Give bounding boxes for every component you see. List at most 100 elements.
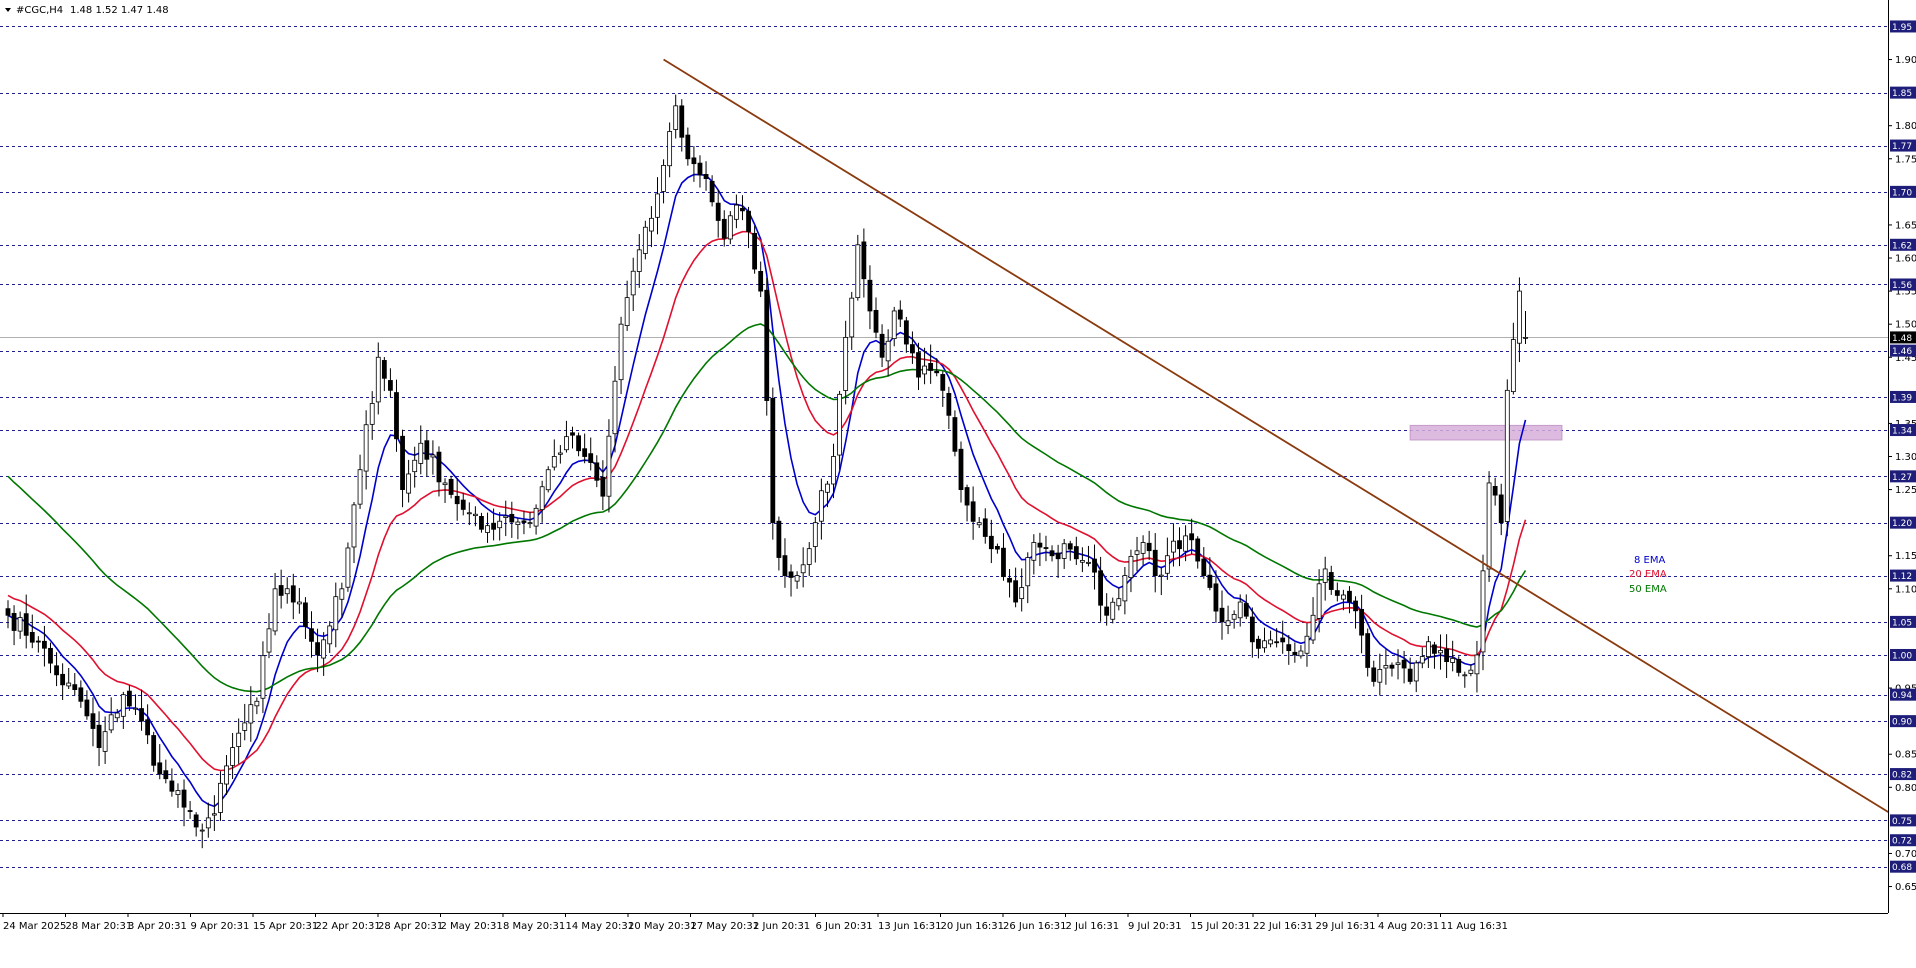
candle-body <box>157 762 163 775</box>
time-tick-label: 3 Apr 20:31 <box>128 921 187 932</box>
time-tick-label: 28 Mar 20:31 <box>66 921 133 932</box>
candle-body <box>327 625 333 645</box>
candle-body <box>388 380 393 391</box>
candle-body <box>740 207 745 212</box>
candle-body <box>903 320 909 345</box>
candle-body <box>752 232 758 270</box>
candle-body <box>66 682 72 687</box>
candle-body <box>1055 552 1061 560</box>
time-tick-label: 9 Jul 20:31 <box>1128 921 1182 932</box>
candle-body <box>23 613 29 636</box>
chart-window: 1.901.801.751.651.601.551.501.451.351.30… <box>0 0 1916 963</box>
candle-body <box>224 765 229 785</box>
candle-body <box>1171 540 1176 553</box>
candle-body <box>685 134 691 160</box>
level-tag-label: 1.12 <box>1892 572 1912 582</box>
time-tick-label: 15 Jul 20:31 <box>1191 921 1251 932</box>
candle-body <box>236 732 242 747</box>
candle-body <box>770 397 776 524</box>
candle-body <box>818 490 824 522</box>
candle-body <box>1031 542 1037 561</box>
candle-body <box>272 588 278 632</box>
candle-body <box>139 708 144 722</box>
candle-body <box>1128 555 1134 579</box>
candle-body <box>764 289 770 401</box>
candle-body <box>1219 607 1225 623</box>
candle-body <box>982 518 988 537</box>
candle-body <box>661 164 666 192</box>
candle <box>952 410 958 457</box>
level-tag-label: 1.39 <box>1892 393 1912 403</box>
candle-body <box>545 469 551 491</box>
candle-body <box>472 513 478 517</box>
candle-body <box>1256 638 1261 649</box>
candle-body <box>837 393 842 456</box>
candle-body <box>60 673 66 686</box>
candle-body <box>673 105 679 130</box>
candle-body <box>734 204 739 220</box>
candle-body <box>127 690 132 707</box>
candle-body <box>897 309 903 320</box>
candle-body <box>406 473 412 494</box>
time-tick-label: 22 Jul 16:31 <box>1253 921 1313 932</box>
candle-body <box>1268 639 1273 645</box>
candle-body <box>466 512 472 515</box>
candle-body <box>102 731 108 752</box>
candle-body <box>612 380 618 435</box>
candle-body <box>934 370 940 374</box>
price-tick-label: 1.60 <box>1895 254 1916 265</box>
candle-body <box>442 482 448 486</box>
candle <box>727 211 733 245</box>
candle-body <box>1092 558 1097 573</box>
candle-body <box>1177 540 1182 550</box>
candle-body <box>1110 601 1116 620</box>
candle-body <box>849 297 855 338</box>
candle-body <box>1389 664 1395 669</box>
candle-body <box>630 270 636 296</box>
candle-body <box>697 162 703 176</box>
candle-body <box>624 297 630 326</box>
price-tick-label: 0.80 <box>1895 783 1916 794</box>
resistance-zone-rect[interactable] <box>1409 424 1563 441</box>
candle-body <box>72 684 78 691</box>
candle-body <box>703 173 709 180</box>
candle-body <box>84 699 90 717</box>
time-tick-label: 6 Jun 20:31 <box>816 921 873 932</box>
price-tick-label: 1.25 <box>1895 485 1916 496</box>
candle-body <box>242 722 248 731</box>
candle-body <box>570 432 575 436</box>
candle-body <box>479 516 484 530</box>
candle-body <box>290 585 296 603</box>
level-tag-label: 0.94 <box>1892 691 1912 701</box>
candle-body <box>54 665 59 676</box>
indicator-labels: 8 EMA 20 EMA 50 EMA <box>1629 555 1667 595</box>
candle-body <box>1225 620 1231 626</box>
candle-body <box>642 226 648 254</box>
candle-body <box>727 215 733 240</box>
candle-body <box>448 478 454 495</box>
price-chart[interactable]: 1.901.801.751.651.601.551.501.451.351.30… <box>0 0 1916 963</box>
candle-body <box>42 640 47 649</box>
candle-body <box>879 333 885 358</box>
price-tick-label: 1.30 <box>1895 452 1916 463</box>
candle-body <box>1207 574 1213 588</box>
candle-body <box>576 435 581 452</box>
candle-body <box>78 687 84 702</box>
candle-body <box>1304 635 1310 654</box>
candle-body <box>1146 542 1152 552</box>
candle-body <box>1164 555 1170 574</box>
time-tick-label: 27 May 20:31 <box>691 921 760 932</box>
candle-body <box>278 585 284 596</box>
candle-body <box>1158 574 1164 577</box>
candle-body <box>375 356 381 403</box>
candle-body <box>363 424 369 472</box>
candle-body <box>618 323 624 381</box>
candle-body <box>1480 570 1486 653</box>
candle-body <box>418 442 424 464</box>
time-tick-label: 2 May 20:31 <box>441 921 503 932</box>
candle-body <box>205 817 211 829</box>
candle-body <box>169 780 175 792</box>
time-tick-label: 24 Mar 2025 <box>3 921 66 932</box>
candle-body <box>1365 633 1371 668</box>
candle-body <box>1231 614 1237 620</box>
